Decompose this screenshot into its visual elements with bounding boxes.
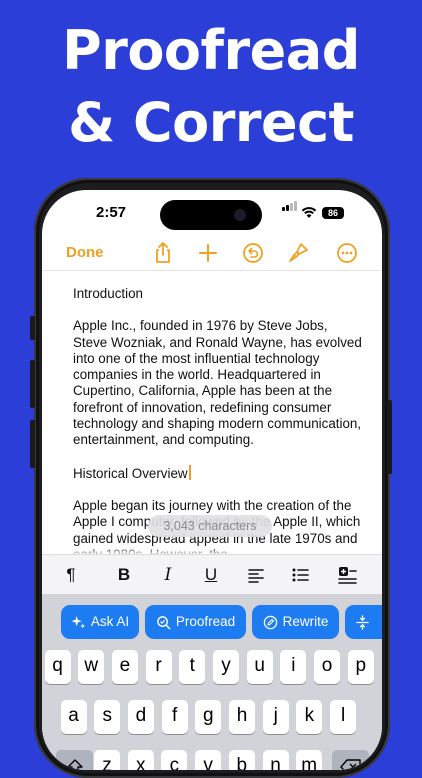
more-options-icon[interactable] [334, 240, 360, 266]
delete-key[interactable] [332, 750, 369, 770]
ask-ai-button[interactable]: Ask AI [61, 605, 139, 639]
share-icon[interactable] [150, 240, 176, 266]
volume-up-button [30, 360, 35, 408]
phone-screen: 2:57 86 Done Introduction Apple Inc., fo… [42, 190, 382, 770]
key-i[interactable]: i [280, 650, 307, 684]
battery-indicator: 86 [322, 207, 344, 219]
key-o[interactable]: o [314, 650, 341, 684]
key-k[interactable]: k [296, 700, 323, 734]
toolbar-divider [42, 270, 382, 271]
shift-icon [66, 759, 83, 770]
key-j[interactable]: j [262, 700, 289, 734]
backspace-icon [339, 759, 361, 770]
heading-text: Historical Overview [73, 465, 188, 481]
doc-heading-historical-overview: Historical Overview [73, 464, 363, 482]
ask-ai-label: Ask AI [90, 614, 130, 629]
proofread-button[interactable]: Proofread [145, 605, 246, 639]
key-p[interactable]: p [347, 650, 374, 684]
camera-icon [234, 209, 246, 221]
dynamic-island [160, 200, 262, 230]
keyboard: Ask AI Proofread Rewrite qwertyuiop asdf… [42, 594, 382, 770]
bullet-list-icon[interactable] [287, 563, 313, 587]
key-d[interactable]: d [127, 700, 154, 734]
paragraph-style-icon[interactable]: ¶ [58, 563, 84, 587]
key-q[interactable]: q [44, 650, 71, 684]
pencil-circle-icon [263, 615, 277, 629]
key-l[interactable]: l [330, 700, 357, 734]
text-cursor [188, 464, 191, 480]
doc-paragraph: Apple Inc., founded in 1976 by Steve Job… [73, 318, 362, 448]
status-bar: 2:57 86 [42, 190, 382, 236]
done-button[interactable]: Done [66, 244, 104, 261]
plus-icon[interactable] [195, 240, 221, 266]
headline-line-1: Proofread [62, 19, 360, 82]
key-s[interactable]: s [94, 700, 121, 734]
key-w[interactable]: w [78, 650, 105, 684]
paintbrush-icon[interactable] [285, 240, 311, 266]
key-x[interactable]: x [127, 750, 154, 770]
key-h[interactable]: h [229, 700, 255, 734]
status-time: 2:57 [96, 204, 127, 221]
headline-line-2: & Correct [68, 91, 354, 154]
editor-toolbar: Done [42, 236, 382, 270]
undo-icon[interactable] [240, 240, 266, 266]
align-left-icon[interactable] [243, 563, 269, 587]
key-f[interactable]: f [161, 700, 188, 734]
key-m[interactable]: m [296, 750, 323, 770]
key-a[interactable]: a [60, 700, 87, 734]
key-b[interactable]: b [228, 750, 255, 770]
condense-button[interactable] [345, 605, 382, 639]
doc-heading-introduction: Introduction [73, 286, 143, 301]
rewrite-button[interactable]: Rewrite [252, 605, 339, 639]
key-u[interactable]: u [246, 650, 273, 684]
proofread-label: Proofread [175, 614, 236, 629]
key-r[interactable]: r [145, 650, 172, 684]
condense-icon [356, 614, 369, 630]
key-c[interactable]: c [161, 750, 188, 770]
key-t[interactable]: t [179, 650, 206, 684]
wifi-icon [301, 207, 317, 218]
key-n[interactable]: n [262, 750, 289, 770]
key-z[interactable]: z [94, 750, 120, 770]
key-g[interactable]: g [195, 700, 222, 734]
mute-switch [30, 316, 35, 340]
underline-icon[interactable]: U [198, 563, 224, 587]
key-e[interactable]: e [111, 650, 138, 684]
formatting-bar: ¶ B I U [42, 554, 382, 595]
rewrite-label: Rewrite [282, 614, 329, 629]
power-button [387, 400, 392, 474]
volume-down-button [30, 420, 35, 468]
shift-key[interactable] [56, 750, 93, 770]
magnifier-check-icon [157, 615, 171, 629]
bold-icon[interactable]: B [111, 563, 137, 587]
insert-list-icon[interactable] [334, 563, 360, 587]
key-y[interactable]: y [213, 650, 239, 684]
character-count-badge: 3,043 characters [148, 515, 272, 537]
key-v[interactable]: v [195, 750, 222, 770]
italic-icon[interactable]: I [155, 563, 181, 587]
sparkle-icon [71, 615, 86, 628]
